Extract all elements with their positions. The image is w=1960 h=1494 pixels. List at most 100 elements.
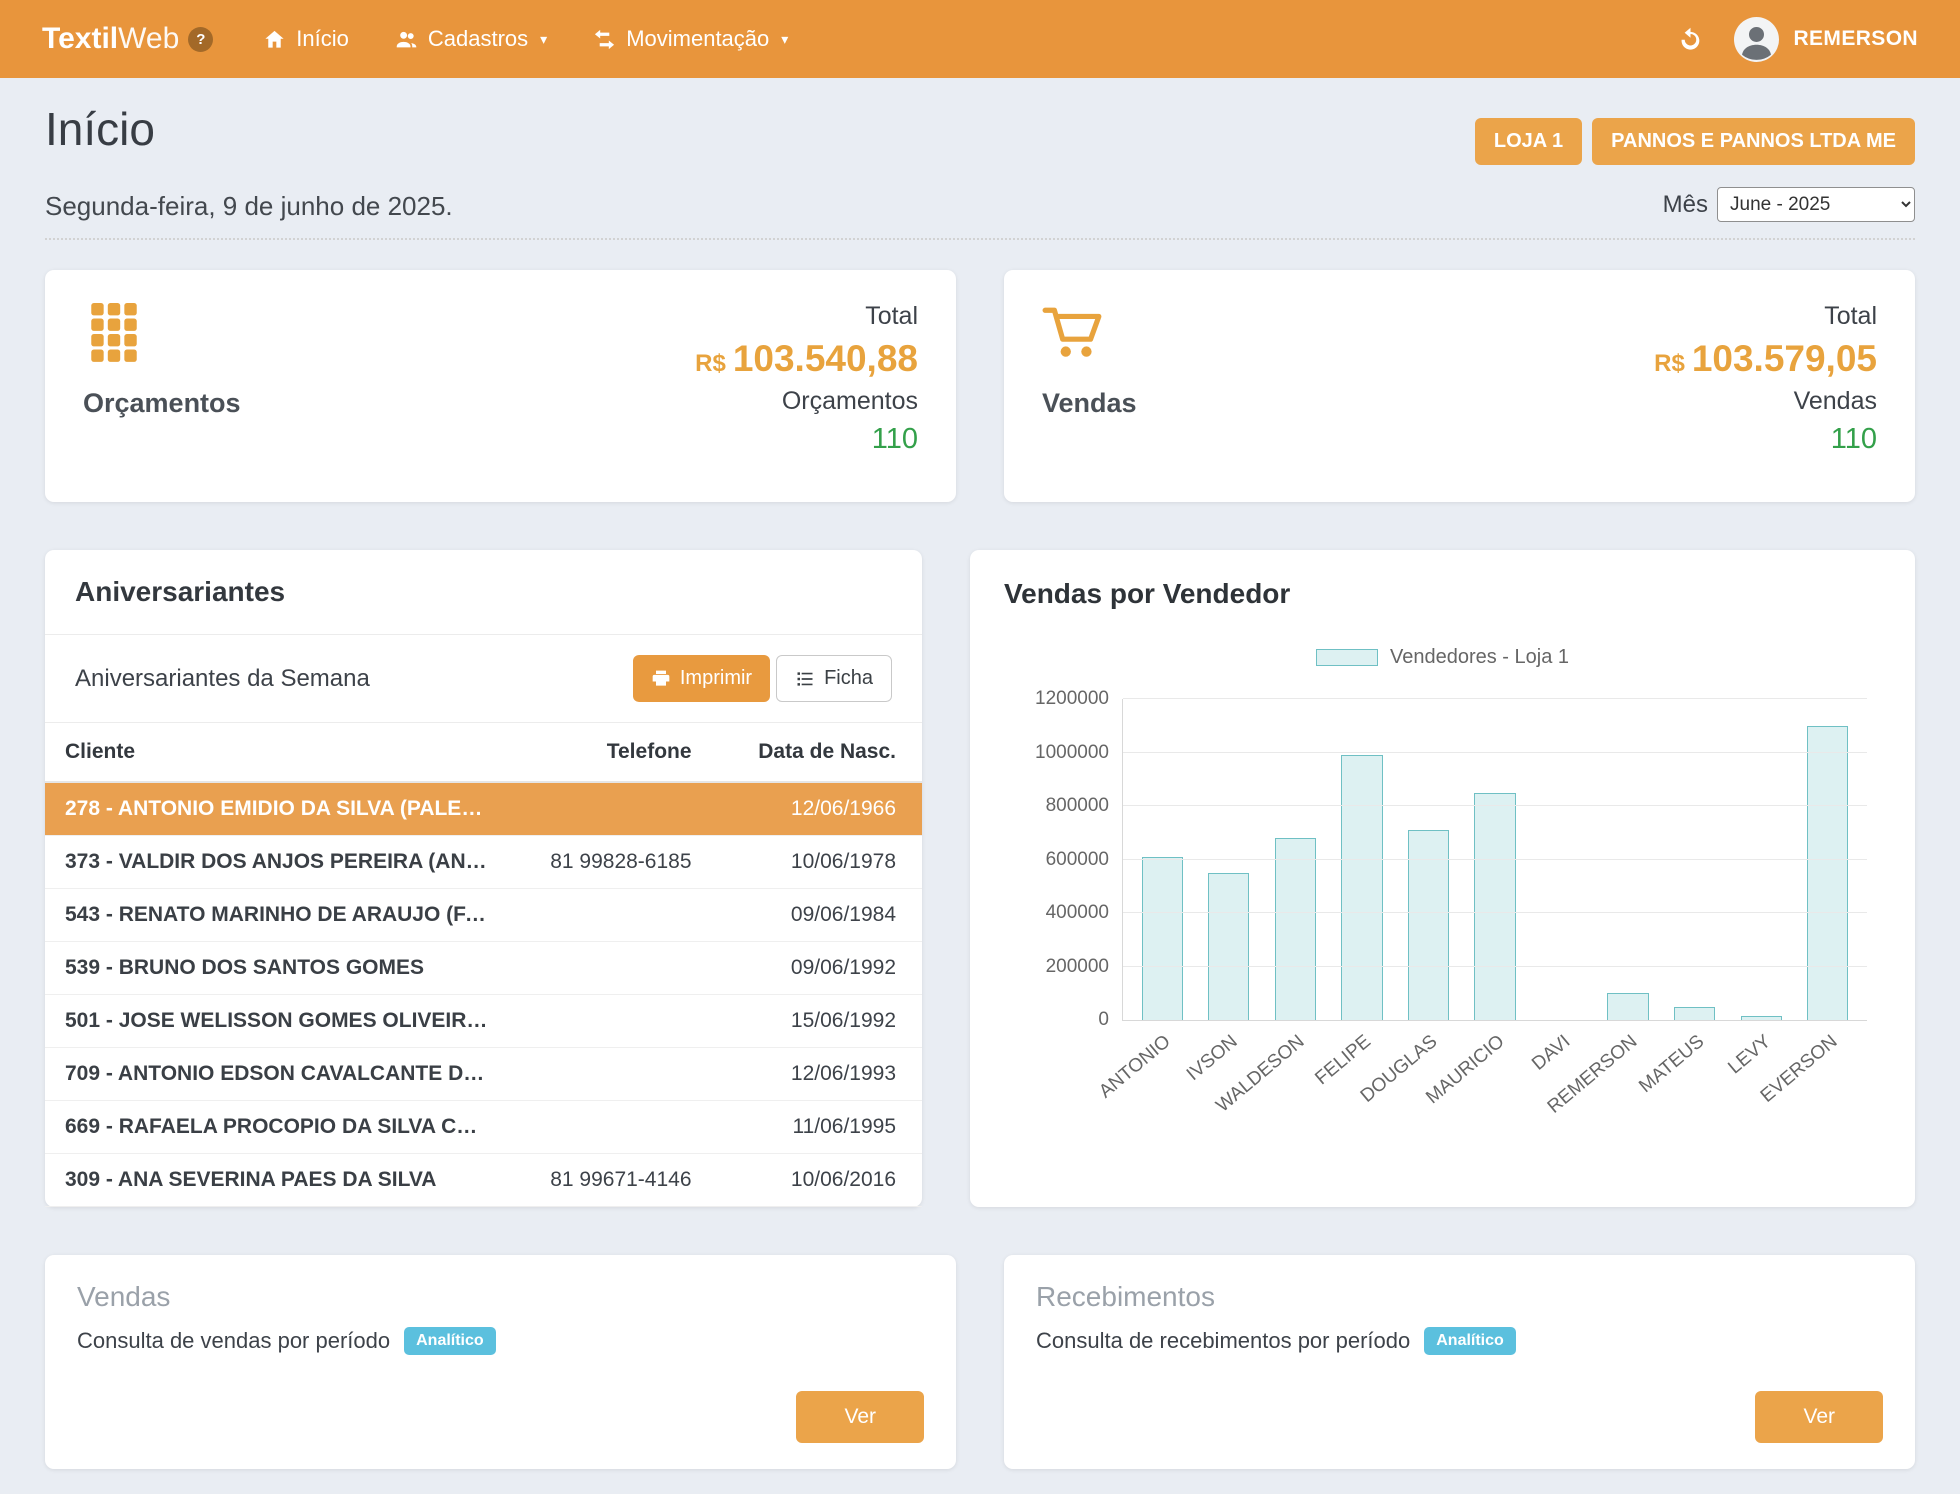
chart-bar [1341,755,1382,1020]
x-axis-label: LEVY [1724,1031,1775,1079]
currency: R$ [695,350,726,377]
ficha-button[interactable]: Ficha [776,655,892,702]
table-row[interactable]: 501 - JOSE WELISSON GOMES OLIVEIRA (...1… [45,995,922,1048]
store-button[interactable]: LOJA 1 [1475,118,1582,165]
current-date: Segunda-feira, 9 de junho de 2025. [45,191,453,222]
vendas-report-card: Vendas Consulta de vendas por período An… [45,1255,956,1469]
birthdays-title: Aniversariantes [45,550,922,635]
y-axis-tick: 200000 [1046,956,1123,978]
table-row[interactable]: 278 - ANTONIO EMIDIO DA SILVA (PALEST...… [45,782,922,836]
page-title: Início [45,102,155,156]
chart-bar [1275,838,1316,1020]
chart-plot-area: 020000040000060000080000010000001200000 [1122,699,1867,1021]
users-icon [395,28,418,51]
home-icon [263,28,286,51]
chart-bar [1208,873,1249,1020]
x-axis-label: DAVI [1528,1031,1575,1075]
report-title: Recebimentos [1036,1281,1883,1313]
card-name: Vendas [1042,388,1137,419]
report-description: Consulta de vendas por período [77,1328,390,1354]
total-label: Total [695,302,918,331]
legend-label[interactable]: Vendedores - Loja 1 [1390,646,1569,669]
nav-item-inicio[interactable]: Início [263,26,349,52]
bar-chart: Vendedores - Loja 1 02000004000006000008… [1004,646,1881,1101]
chart-bar [1607,993,1648,1020]
y-axis-tick: 1200000 [1035,688,1123,710]
month-label: Mês [1663,191,1708,219]
count-label: Vendas [1654,387,1877,416]
analitico-badge: Analítico [404,1327,496,1355]
ver-vendas-button[interactable]: Ver [796,1391,924,1443]
gridline [1123,805,1867,806]
gridline [1123,859,1867,860]
card-name: Orçamentos [83,388,241,419]
table-row[interactable]: 669 - RAFAELA PROCOPIO DA SILVA CARV...1… [45,1101,922,1154]
orcamentos-summary-card: Orçamentos Total R$103.540,88 Orçamentos… [45,270,956,502]
y-axis-tick: 600000 [1046,849,1123,871]
chart-bar [1142,857,1183,1020]
sales-by-seller-card: Vendas por Vendedor Vendedores - Loja 1 … [970,550,1915,1207]
currency: R$ [1654,350,1685,377]
chart-bars [1123,699,1867,1020]
transfer-arrows-icon [593,28,616,51]
count-value: 110 [695,423,918,456]
recebimentos-report-card: Recebimentos Consulta de recebimentos po… [1004,1255,1915,1469]
chevron-down-icon: ▾ [540,31,547,48]
list-icon [795,669,815,689]
nav-item-label: Início [296,26,349,52]
month-select[interactable]: June - 2025 [1717,187,1915,222]
ver-recebimentos-button[interactable]: Ver [1755,1391,1883,1443]
help-icon[interactable]: ? [188,27,213,52]
y-axis-tick: 1000000 [1035,742,1123,764]
total-value: 103.579,05 [1692,338,1877,379]
nav-item-cadastros[interactable]: Cadastros ▾ [395,26,547,52]
navbar: TextilWeb ? Início Cadastros ▾ Movimenta… [0,0,1960,78]
birthdays-card: Aniversariantes Aniversariantes da Seman… [45,550,922,1207]
chart-bar [1674,1007,1715,1020]
table-row[interactable]: 309 - ANA SEVERINA PAES DA SILVA81 99671… [45,1154,922,1207]
chart-bar [1741,1016,1782,1020]
brand-text-bold: Textil [42,22,118,55]
chevron-down-icon: ▾ [781,31,788,48]
calculator-icon [83,302,241,364]
total-label: Total [1654,302,1877,331]
gridline [1123,698,1867,699]
chart-title: Vendas por Vendedor [1004,578,1881,610]
birthdays-table: Cliente Telefone Data de Nasc. 278 - ANT… [45,723,922,1207]
printer-icon [651,669,671,689]
table-row[interactable]: 539 - BRUNO DOS SANTOS GOMES09/06/1992 [45,942,922,995]
table-row[interactable]: 373 - VALDIR DOS ANJOS PEREIRA (ANGE...8… [45,836,922,889]
gridline [1123,912,1867,913]
vendas-summary-card: Vendas Total R$ 103.579,05 Vendas 110 [1004,270,1915,502]
company-button[interactable]: PANNOS E PANNOS LTDA ME [1592,118,1915,165]
brand-text-light: Web [118,22,179,55]
birthday-table-body: 278 - ANTONIO EMIDIO DA SILVA (PALEST...… [45,782,922,1207]
username: REMERSON [1793,27,1918,51]
chart-bar [1807,726,1848,1020]
table-row[interactable]: 543 - RENATO MARINHO DE ARAUJO (FAZ...09… [45,889,922,942]
col-data-nasc: Data de Nasc. [712,723,922,782]
report-title: Vendas [77,1281,924,1313]
avatar [1734,17,1779,62]
report-description: Consulta de recebimentos por período [1036,1328,1410,1354]
nav-item-label: Movimentação [626,26,769,52]
count-value: 110 [1654,423,1877,456]
brand-logo[interactable]: TextilWeb ? [42,22,213,56]
print-button[interactable]: Imprimir [633,655,770,702]
legend-swatch[interactable] [1316,649,1378,666]
gridline [1123,752,1867,753]
nav-item-movimentacao[interactable]: Movimentação ▾ [593,26,788,52]
chart-x-labels: ANTONIOIVSONWALDESONFELIPEDOUGLASMAURICI… [1122,1021,1867,1101]
shopping-cart-icon [1042,302,1137,364]
y-axis-tick: 400000 [1046,902,1123,924]
refresh-icon[interactable] [1677,26,1704,53]
gridline [1123,966,1867,967]
y-axis-tick: 800000 [1046,795,1123,817]
y-axis-tick: 0 [1098,1009,1123,1031]
x-axis-label: ANTONIO [1095,1031,1175,1103]
table-row[interactable]: 709 - ANTONIO EDSON CAVALCANTE DAN...12/… [45,1048,922,1101]
analitico-badge: Analítico [1424,1327,1516,1355]
user-menu[interactable]: REMERSON [1734,17,1918,62]
chart-bar [1474,793,1515,1020]
col-cliente: Cliente [45,723,510,782]
